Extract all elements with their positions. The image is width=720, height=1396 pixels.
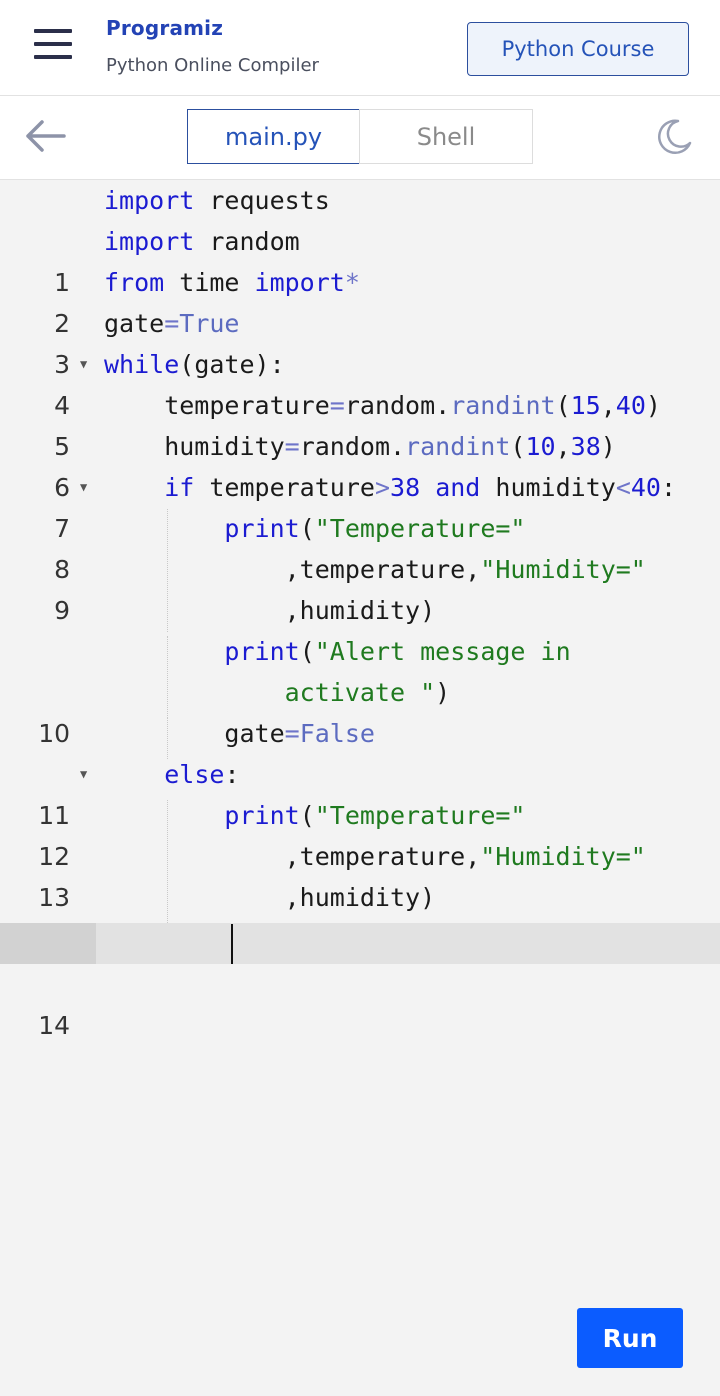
code-line[interactable]: 8 ▼ if temperature>38 and humidity<40:: [0, 467, 720, 584]
editor-toolbar: main.py Shell: [0, 96, 720, 180]
code-text: while(gate):: [104, 350, 285, 379]
code-line[interactable]: 12 ▼ else:: [0, 754, 720, 871]
brand-name: Programiz: [106, 16, 224, 40]
code-editor[interactable]: 1 import requests 2 import random 3 from…: [0, 180, 720, 1396]
fold-arrow-icon[interactable]: ▼: [80, 467, 87, 508]
code-text: print("Temperature=" ,temperature,"Humid…: [104, 801, 646, 912]
code-text: import requests: [104, 186, 330, 215]
fold-arrow-icon[interactable]: ▼: [80, 344, 87, 385]
code-line[interactable]: 11 gate=False: [0, 713, 720, 830]
run-button[interactable]: Run: [577, 1308, 683, 1368]
code-line-active[interactable]: 14: [0, 923, 720, 1040]
code-text: temperature=random.randint(15,40): [104, 391, 661, 420]
line-number: 9: [54, 596, 70, 625]
code-text: import random: [104, 227, 300, 256]
line-number: 13: [38, 883, 70, 912]
text-cursor: [231, 924, 233, 964]
code-text: if temperature>38 and humidity<40:: [164, 473, 677, 502]
code-line[interactable]: 1 import requests: [0, 180, 720, 297]
menu-icon[interactable]: [34, 29, 72, 59]
line-number: 14: [38, 1011, 70, 1040]
tab-shell[interactable]: Shell: [359, 109, 533, 164]
code-text: humidity=random.randint(10,38): [104, 432, 616, 461]
code-text: print("Temperature=" ,temperature,"Humid…: [104, 514, 646, 625]
code-text: from time import*: [104, 268, 360, 297]
code-line[interactable]: 6 temperature=random.randint(15,40): [0, 385, 720, 502]
code-text: else:: [164, 760, 240, 789]
arrow-left-icon[interactable]: [24, 118, 66, 154]
code-line[interactable]: 4 gate=True: [0, 303, 720, 420]
app-header: Programiz Python Online Compiler Python …: [0, 0, 720, 96]
python-course-button[interactable]: Python Course: [467, 22, 689, 76]
code-line[interactable]: 10 print("Alert message in activate "): [0, 631, 720, 748]
code-line[interactable]: 5 ▼ while(gate):: [0, 344, 720, 461]
code-text: gate=False: [104, 719, 375, 748]
brand-logo[interactable]: Programiz: [106, 16, 223, 40]
brand-subtitle: Python Online Compiler: [106, 55, 319, 76]
tab-main-py[interactable]: main.py: [187, 109, 360, 164]
code-line[interactable]: 13 print("Temperature=" ,temperature,"Hu…: [0, 795, 720, 918]
code-text: print("Alert message in activate "): [104, 637, 571, 707]
fold-arrow-icon[interactable]: ▼: [80, 754, 87, 795]
code-line[interactable]: 7 humidity=random.randint(10,38): [0, 426, 720, 543]
code-line[interactable]: 3 from time import*: [0, 262, 720, 379]
code-line[interactable]: 9 print("Temperature=" ,temperature,"Hum…: [0, 508, 720, 631]
moon-icon[interactable]: [654, 117, 694, 157]
code-line[interactable]: 2 import random: [0, 221, 720, 338]
code-text: gate=True: [104, 309, 240, 338]
